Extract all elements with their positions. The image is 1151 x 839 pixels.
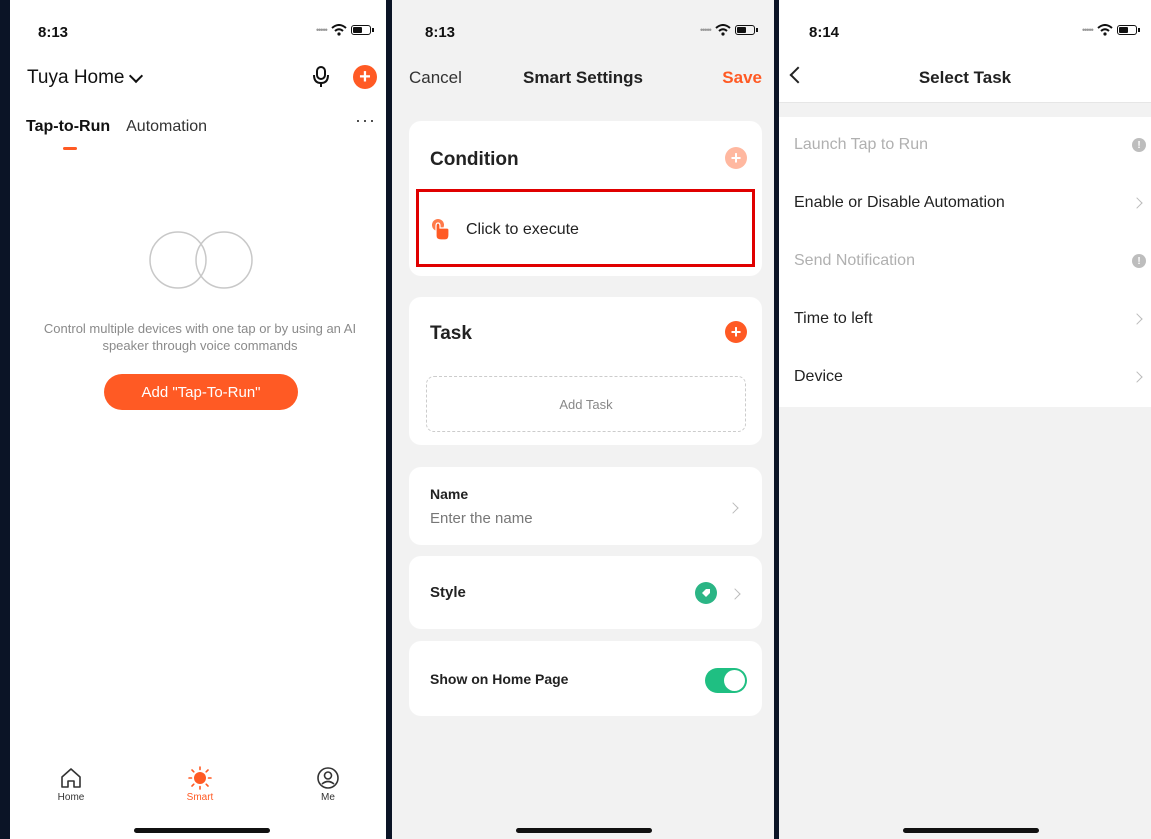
add-task-button[interactable]: Add Task — [426, 376, 746, 432]
smart-settings-screen: 8:13 ••••• Smart Settings Cancel Save Co… — [392, 0, 774, 839]
tab-tap-to-run[interactable]: Tap-to-Run — [26, 118, 110, 150]
status-icons: ••••• — [1082, 24, 1140, 36]
scene-tabs: Tap-to-Run Automation — [26, 118, 207, 150]
status-bar: 8:13 ••••• — [10, 0, 386, 60]
wifi-icon — [1097, 24, 1113, 36]
sun-icon — [188, 766, 212, 790]
chevron-right-icon — [1131, 197, 1143, 209]
list-item-label: Enable or Disable Automation — [794, 194, 1005, 211]
add-condition-button[interactable]: + — [725, 147, 747, 169]
condition-card: Condition + Click to execute — [409, 121, 762, 276]
battery-icon — [350, 25, 374, 35]
tab-automation[interactable]: Automation — [126, 118, 207, 136]
style-label: Style — [430, 584, 466, 601]
person-icon — [317, 767, 339, 789]
chevron-right-icon — [1131, 371, 1143, 383]
bottom-tab-bar: Home Smart Me — [10, 758, 386, 818]
list-item-enable-disable-automation[interactable]: Enable or Disable Automation — [779, 175, 1151, 233]
home-selector[interactable]: Tuya Home — [27, 67, 143, 89]
wifi-icon — [715, 24, 731, 36]
list-item-launch-tap-to-run[interactable]: Launch Tap to Run ! — [779, 117, 1151, 175]
chevron-down-icon — [128, 68, 143, 83]
save-button[interactable]: Save — [722, 68, 762, 88]
list-item-label: Device — [794, 368, 843, 385]
add-task-icon-button[interactable]: + — [725, 321, 747, 343]
home-indicator — [516, 828, 652, 833]
show-home-row: Show on Home Page — [409, 641, 762, 716]
signal-icon: ••••• — [316, 25, 328, 35]
tabbar-label-me: Me — [321, 792, 335, 803]
status-bar: 8:14 ••••• — [779, 0, 1151, 60]
info-icon[interactable]: ! — [1132, 138, 1146, 152]
style-row[interactable]: Style — [409, 556, 762, 629]
name-field[interactable]: Enter the name — [430, 510, 533, 527]
signal-icon: ••••• — [1082, 25, 1094, 35]
home-icon — [61, 768, 81, 788]
list-item-label: Send Notification — [794, 252, 915, 269]
tabbar-item-home[interactable]: Home — [41, 766, 101, 803]
tabbar-item-smart[interactable]: Smart — [170, 766, 230, 803]
name-label: Name — [430, 486, 469, 502]
tap-to-run-screen: 8:13 ••••• Tuya Home + Tap-to-Run Automa… — [10, 0, 386, 839]
empty-state-icon — [149, 231, 253, 289]
signal-icon: ••••• — [700, 25, 712, 35]
chevron-right-icon — [729, 588, 741, 600]
add-tap-to-run-button[interactable]: Add "Tap-To-Run" — [104, 374, 298, 410]
microphone-icon[interactable] — [312, 66, 330, 88]
condition-title: Condition — [430, 149, 519, 170]
add-scene-button[interactable]: + — [353, 65, 377, 89]
task-card: Task + Add Task — [409, 297, 762, 445]
list-item-device[interactable]: Device — [779, 349, 1151, 407]
task-list: Launch Tap to Run ! Enable or Disable Au… — [779, 117, 1151, 407]
task-title: Task — [430, 323, 472, 344]
nav-bar: Select Task — [779, 66, 1151, 94]
nav-bar: Smart Settings Cancel Save — [392, 66, 774, 94]
tag-icon — [695, 582, 717, 604]
name-row[interactable]: Name Enter the name — [409, 467, 762, 545]
status-time: 8:13 — [38, 24, 69, 41]
empty-state-text: Control multiple devices with one tap or… — [43, 321, 357, 353]
home-indicator — [134, 828, 270, 833]
more-options-icon[interactable]: ··· — [355, 110, 376, 131]
battery-icon — [1116, 25, 1140, 35]
show-home-label: Show on Home Page — [430, 671, 569, 687]
home-name: Tuya Home — [27, 67, 125, 88]
highlight-box — [416, 189, 755, 267]
tabbar-item-me[interactable]: Me — [298, 766, 358, 803]
status-icons: ••••• — [700, 24, 758, 36]
list-item-label: Time to left — [794, 310, 873, 327]
status-icons: ••••• — [316, 24, 374, 36]
list-item-send-notification[interactable]: Send Notification ! — [779, 233, 1151, 291]
list-item-label: Launch Tap to Run — [794, 136, 929, 153]
status-bar: 8:13 ••••• — [392, 0, 774, 60]
wifi-icon — [331, 24, 347, 36]
tabbar-label-smart: Smart — [186, 792, 214, 803]
cancel-button[interactable]: Cancel — [409, 68, 462, 88]
status-time: 8:13 — [425, 24, 456, 41]
info-icon[interactable]: ! — [1132, 254, 1146, 268]
tabbar-label-home: Home — [57, 792, 85, 803]
chevron-right-icon — [727, 502, 739, 514]
select-task-screen: 8:14 ••••• Select Task Launch Tap to Run… — [779, 0, 1151, 839]
chevron-right-icon — [1131, 313, 1143, 325]
show-home-toggle[interactable] — [705, 668, 747, 693]
status-time: 8:14 — [809, 24, 840, 41]
page-title: Select Task — [918, 68, 1012, 87]
home-indicator — [903, 828, 1039, 833]
battery-icon — [734, 25, 758, 35]
list-item-time-to-left[interactable]: Time to left — [779, 291, 1151, 349]
